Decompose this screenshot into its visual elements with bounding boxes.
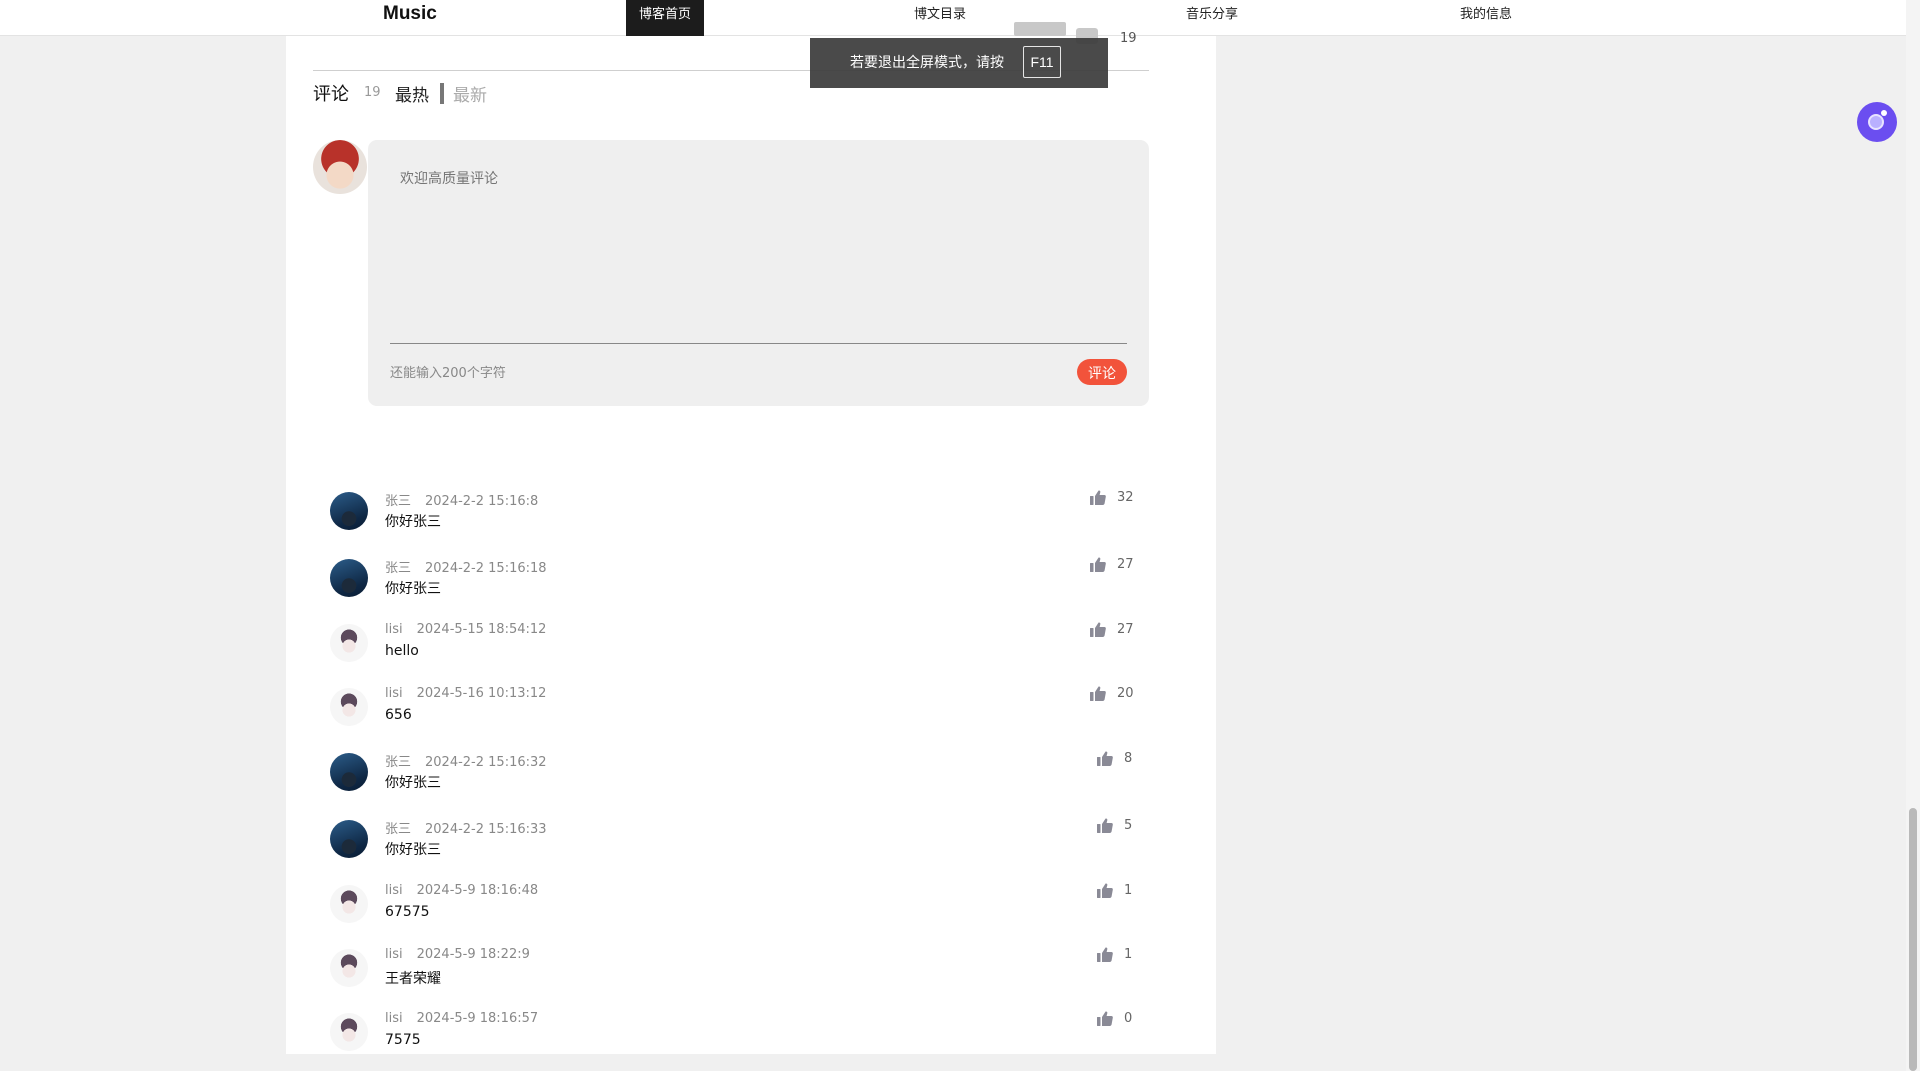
comment-row: 张三 2024-2-2 15:16:18 你好张三 27 [330,557,1134,607]
comment-meta: lisi 2024-5-9 18:22:9 [385,947,530,962]
comment-text: 王者荣耀 [385,971,441,987]
comment-text: 你好张三 [385,581,441,597]
like-count: 27 [1117,557,1134,572]
page-scrollbar[interactable] [1906,0,1920,1071]
comment-timestamp: 2024-5-9 18:16:48 [416,883,539,898]
avatar[interactable] [330,559,368,597]
nav-item-music-share[interactable]: 音乐分享 [1185,0,1239,36]
thumbs-up-icon[interactable] [1097,883,1113,898]
fullscreen-toast: 若要退出全屏模式，请按 F11 [810,38,1108,88]
comment-meta: 张三 2024-2-2 15:16:32 [385,751,547,770]
avatar[interactable] [330,1013,368,1051]
like-icon[interactable] [1014,22,1066,36]
comment-timestamp: 2024-5-9 18:16:57 [416,1011,539,1026]
comment-row: lisi 2024-5-9 18:16:48 67575 1 [330,883,1133,933]
avatar[interactable] [330,624,368,662]
comment-row: 张三 2024-2-2 15:16:8 你好张三 32 [330,490,1134,540]
sort-hot-tab[interactable]: 最热 [395,81,429,106]
comment-composer: 还能输入200个字符 评论 [368,140,1149,406]
comment-meta: 张三 2024-2-2 15:16:18 [385,557,547,576]
sort-new-tab[interactable]: 最新 [453,81,487,106]
like-count: 32 [1117,490,1134,505]
comment-text: 你好张三 [385,514,441,530]
comment-text: 你好张三 [385,842,441,858]
thumbs-up-icon[interactable] [1097,751,1113,766]
toast-text: 若要退出全屏模式，请按 [850,55,1004,71]
comment-meta: 张三 2024-2-2 15:16:8 [385,490,538,509]
thumbs-up-icon[interactable] [1097,818,1113,833]
avatar[interactable] [330,820,368,858]
thumbs-up-icon[interactable] [1090,622,1106,637]
like-count: 27 [1117,622,1134,637]
comment-meta: lisi 2024-5-16 10:13:12 [385,686,546,701]
composer-divider [390,343,1127,344]
comment-meta: lisi 2024-5-15 18:54:12 [385,622,546,637]
comment-username[interactable]: 张三 [385,822,411,837]
nav-item-my-info[interactable]: 我的信息 [1458,0,1514,36]
comment-timestamp: 2024-2-2 15:16:32 [425,755,547,770]
comment-timestamp: 2024-5-16 10:13:12 [416,686,547,701]
avatar[interactable] [330,753,368,791]
comment-meta: lisi 2024-5-9 18:16:48 [385,883,538,898]
top-navbar: Music 博客首页 博文目录 音乐分享 我的信息 [0,0,1920,36]
toast-key: F11 [1023,46,1061,78]
nav-item-blog-home[interactable]: 博客首页 [626,0,704,36]
comment-meta: lisi 2024-5-9 18:16:57 [385,1011,538,1026]
scrollbar-thumb[interactable] [1909,808,1917,1071]
submit-comment-button[interactable]: 评论 [1077,359,1127,385]
comment-text: 7575 [385,1032,421,1048]
comment-timestamp: 2024-2-2 15:16:18 [425,561,547,576]
comment-input[interactable] [400,168,1100,318]
sort-separator [440,83,444,104]
comment-row: lisi 2024-5-9 18:16:57 7575 0 [330,1011,1133,1061]
like-count: 20 [1117,686,1134,701]
comment-text: 你好张三 [385,775,441,791]
thumbs-up-icon[interactable] [1097,947,1113,962]
assistant-icon[interactable] [1857,102,1897,142]
thumbs-up-icon[interactable] [1097,1011,1113,1026]
assistant-icon-core [1868,114,1884,130]
comment-timestamp: 2024-2-2 15:16:33 [425,822,547,837]
current-user-avatar [313,140,367,194]
comment-username[interactable]: lisi [385,686,403,701]
comment-username[interactable]: lisi [385,622,403,637]
thumbs-up-icon[interactable] [1090,686,1106,701]
comment-username[interactable]: 张三 [385,755,411,770]
thumbs-up-icon[interactable] [1090,557,1106,572]
comment-text: 67575 [385,904,430,920]
comment-username[interactable]: 张三 [385,494,411,509]
comment-text: 656 [385,707,412,723]
comment-row: lisi 2024-5-15 18:54:12 hello 27 [330,622,1134,672]
thumbs-up-icon[interactable] [1090,490,1106,505]
avatar[interactable] [330,949,368,987]
like-count: 5 [1124,818,1133,833]
comment-text: hello [385,643,419,659]
comment-meta: 张三 2024-2-2 15:16:33 [385,818,547,837]
comment-row: 张三 2024-2-2 15:16:32 你好张三 8 [330,751,1133,801]
comment-row: lisi 2024-5-9 18:22:9 王者荣耀 1 [330,947,1133,997]
like-count: 1 [1124,883,1133,898]
comment-username[interactable]: lisi [385,1011,403,1026]
remaining-chars: 还能输入200个字符 [390,366,506,381]
avatar[interactable] [330,688,368,726]
nav-item-post-catalog[interactable]: 博文目录 [912,0,968,36]
comments-title: 评论 [313,84,349,105]
comment-username[interactable]: lisi [385,947,403,962]
brand-logo[interactable]: Music [383,3,437,25]
post-comment-count: 19 [1120,31,1137,46]
like-count: 8 [1124,751,1133,766]
avatar[interactable] [330,885,368,923]
comment-timestamp: 2024-5-9 18:22:9 [416,947,530,962]
assistant-icon-spark [1881,110,1887,116]
comment-username[interactable]: lisi [385,883,403,898]
comment-row: 张三 2024-2-2 15:16:33 你好张三 5 [330,818,1133,868]
avatar[interactable] [330,492,368,530]
comment-timestamp: 2024-5-15 18:54:12 [416,622,547,637]
like-count: 0 [1124,1011,1133,1026]
comment-row: lisi 2024-5-16 10:13:12 656 20 [330,686,1134,736]
comments-count: 19 [364,85,381,100]
comment-username[interactable]: 张三 [385,561,411,576]
comment-timestamp: 2024-2-2 15:16:8 [425,494,539,509]
like-count: 1 [1124,947,1133,962]
